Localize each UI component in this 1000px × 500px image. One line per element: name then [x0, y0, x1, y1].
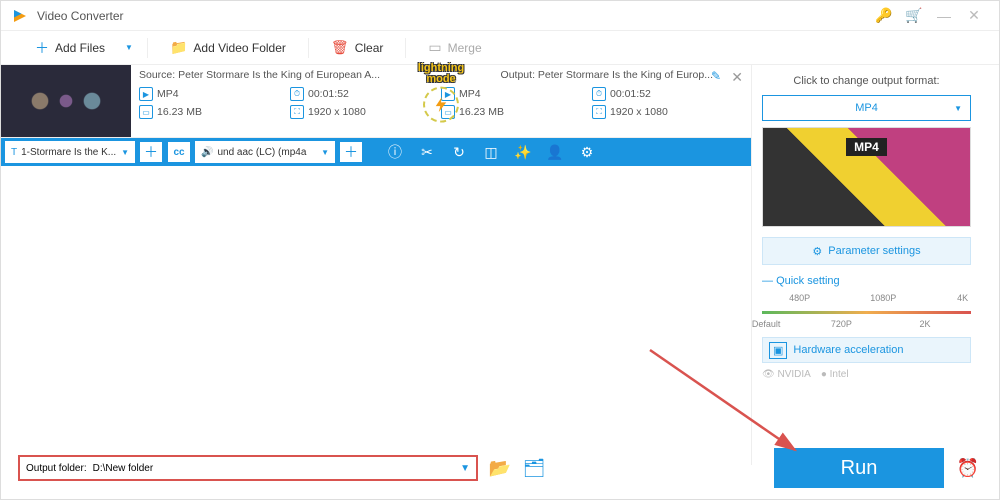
app-title: Video Converter: [37, 9, 869, 23]
run-button[interactable]: Run: [774, 448, 944, 488]
out-resolution: ⛶1920 x 1080: [592, 105, 743, 119]
sidebar: Click to change output format: MP4 ⚙Para…: [751, 65, 981, 465]
quality-slider[interactable]: 480P 1080P 4K Default 720P 2K: [762, 291, 971, 331]
add-audio-button[interactable]: ＋: [339, 141, 363, 163]
source-label: Source: Peter Stormare Is the King of Eu…: [139, 69, 380, 81]
cc-button[interactable]: cc: [167, 141, 191, 163]
format-preview[interactable]: [762, 127, 971, 227]
out-size: ▭16.23 MB: [441, 105, 592, 119]
cut-icon[interactable]: ✂: [413, 144, 441, 161]
folder-icon: ▭: [139, 105, 153, 119]
cart-icon[interactable]: 🛒: [899, 7, 929, 24]
add-subtitle-button[interactable]: ＋: [139, 141, 163, 163]
audio-track-select[interactable]: 🔊und aac (LC) (mp4a▼: [195, 141, 335, 163]
output-format-dropdown[interactable]: MP4: [762, 95, 971, 121]
nvidia-chip: 👁 NVIDIA: [762, 369, 811, 380]
resolution-icon: ⛶: [592, 105, 606, 119]
app-logo-icon: [11, 7, 29, 25]
resolution-icon: ⛶: [290, 105, 304, 119]
clock-icon: ⏱: [592, 87, 606, 101]
add-video-folder-button[interactable]: 📁Add Video Folder: [156, 31, 300, 65]
output-folder-label: Output folder:: [26, 463, 87, 474]
key-icon[interactable]: 🔑: [869, 7, 899, 24]
minimize-button[interactable]: —: [929, 8, 959, 24]
subtitle-track-select[interactable]: T1-Stormare Is the K...▼: [5, 141, 135, 163]
src-format: ▶MP4: [139, 87, 290, 101]
remove-item-icon[interactable]: ✕: [731, 69, 743, 86]
src-resolution: ⛶1920 x 1080: [290, 105, 441, 119]
format-icon: ▶: [139, 87, 153, 101]
close-button[interactable]: ✕: [959, 7, 989, 24]
merge-button[interactable]: ▭Merge: [414, 31, 495, 65]
output-folder-field[interactable]: Output folder: D:\New folder ▼: [18, 455, 478, 481]
info-icon[interactable]: ⓘ: [381, 142, 409, 162]
settings-icon[interactable]: ⚙: [573, 144, 601, 161]
add-files-button[interactable]: ＋Add Files: [21, 31, 119, 65]
item-edit-bar: T1-Stormare Is the K...▼ ＋ cc 🔊und aac (…: [1, 138, 751, 166]
scheduler-icon[interactable]: ⏰: [954, 458, 982, 479]
clear-button[interactable]: 🗑Clear: [317, 31, 397, 65]
titlebar: Video Converter 🔑 🛒 — ✕: [1, 1, 999, 31]
chevron-down-icon[interactable]: ▼: [460, 463, 470, 474]
lightning-mode-button[interactable]: [423, 87, 459, 123]
output-label: Output: Peter Stormare Is the King of Eu…: [501, 69, 713, 81]
out-duration: ⏱00:01:52: [592, 87, 743, 101]
hw-chips: 👁 NVIDIA ● Intel: [762, 369, 971, 380]
lightning-mode-label: lightning mode: [418, 63, 464, 85]
add-files-dropdown-icon[interactable]: ▼: [119, 43, 139, 52]
video-thumbnail[interactable]: [1, 65, 131, 137]
rotate-icon[interactable]: ↻: [445, 144, 473, 161]
quick-setting-label: Quick setting: [762, 275, 971, 287]
output-folder-value: D:\New folder: [93, 463, 461, 474]
file-item: Source: Peter Stormare Is the King of Eu…: [1, 65, 751, 138]
src-duration: ⏱00:01:52: [290, 87, 441, 101]
out-format: ▶MP4: [441, 87, 592, 101]
browse-folder-icon[interactable]: 🗂: [522, 458, 546, 479]
watermark-icon[interactable]: 👤: [541, 144, 569, 161]
footer: Output folder: D:\New folder ▼ 📂 🗂 Run ⏰: [18, 450, 982, 486]
toolbar: ＋Add Files ▼ 📁Add Video Folder 🗑Clear ▭M…: [1, 31, 999, 65]
intel-chip: ● Intel: [821, 369, 849, 380]
output-format-label: Click to change output format:: [762, 75, 971, 87]
edit-output-icon[interactable]: ✎: [711, 69, 721, 83]
parameter-settings-button[interactable]: ⚙Parameter settings: [762, 237, 971, 265]
effects-icon[interactable]: ✨: [509, 144, 537, 161]
open-folder-icon[interactable]: 📂: [488, 458, 512, 479]
hardware-acceleration-toggle[interactable]: ▣Hardware acceleration: [762, 337, 971, 363]
clock-icon: ⏱: [290, 87, 304, 101]
crop-icon[interactable]: ◫: [477, 144, 505, 161]
src-size: ▭16.23 MB: [139, 105, 290, 119]
